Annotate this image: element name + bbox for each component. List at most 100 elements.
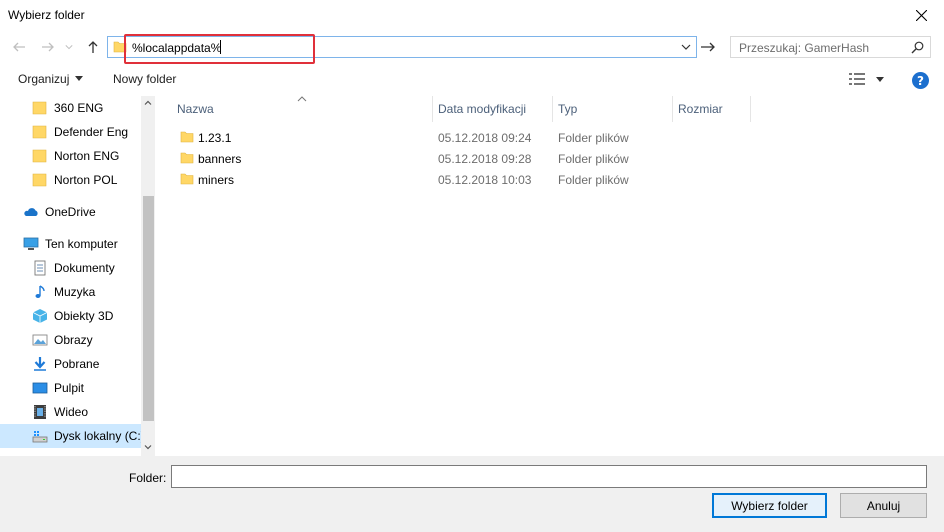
nav-item-label: Ten komputer	[45, 237, 118, 251]
nav-item-desktop[interactable]: Pulpit	[0, 376, 141, 400]
title-bar: Wybierz folder	[0, 0, 944, 30]
organize-label: Organizuj	[18, 72, 70, 86]
file-name: 1.23.1	[198, 131, 232, 145]
scrollbar-thumb[interactable]	[143, 196, 154, 421]
folder-icon	[32, 101, 47, 115]
search-icon	[911, 41, 924, 54]
nav-item-defender-eng[interactable]: Defender Eng	[0, 120, 141, 144]
folder-label: Folder:	[129, 471, 167, 485]
nav-item-norton-pol[interactable]: Norton POL	[0, 168, 141, 192]
file-row[interactable]: 1.23.1 05.12.2018 09:24 Folder plików	[158, 127, 758, 148]
file-type: Folder plików	[558, 131, 629, 145]
address-dropdown-button[interactable]	[679, 40, 693, 54]
column-header-label: Rozmiar	[678, 102, 723, 116]
chevron-up-icon[interactable]	[144, 99, 152, 107]
nav-item-label: Obiekty 3D	[54, 309, 114, 323]
recent-locations-button[interactable]	[64, 39, 74, 55]
folder-icon	[32, 149, 47, 163]
file-name: banners	[198, 152, 242, 166]
file-row[interactable]: banners 05.12.2018 09:28 Folder plików	[158, 148, 758, 169]
arrow-up-icon	[88, 41, 98, 53]
nav-item-360-eng[interactable]: 360 ENG	[0, 96, 141, 120]
nav-scrollbar[interactable]	[141, 96, 155, 456]
close-button[interactable]	[898, 0, 944, 30]
folder-icon	[180, 131, 194, 143]
desktop-icon	[32, 382, 48, 394]
file-date: 05.12.2018 09:28	[438, 152, 532, 166]
file-type: Folder plików	[558, 152, 629, 166]
file-type: Folder plików	[558, 173, 629, 187]
command-bar: Organizuj Nowy folder	[0, 66, 944, 94]
nav-item-label: Norton ENG	[54, 149, 120, 163]
text-cursor	[220, 40, 221, 54]
column-header-date[interactable]: Data modyfikacji	[432, 96, 552, 122]
nav-item-label: Norton POL	[54, 173, 118, 187]
chevron-down-icon	[75, 76, 84, 81]
arrow-left-icon	[13, 42, 25, 52]
column-header-size[interactable]: Rozmiar	[672, 96, 750, 122]
back-button[interactable]	[11, 39, 27, 55]
file-list: Nazwa Data modyfikacji Typ Rozmiar 1.23.…	[158, 96, 944, 456]
nav-item-label: 360 ENG	[54, 101, 104, 115]
nav-item-downloads[interactable]: Pobrane	[0, 352, 141, 376]
cancel-button[interactable]: Anuluj	[840, 493, 927, 518]
folder-icon	[180, 152, 194, 164]
address-row: %localappdata% Przeszukaj: GamerHash	[0, 33, 944, 61]
view-dropdown-button[interactable]	[876, 77, 884, 82]
nav-item-label: Dysk lokalny (C:)	[54, 429, 141, 443]
nav-item-label: Obrazy	[54, 333, 93, 347]
folder-icon	[113, 41, 127, 53]
computer-icon	[23, 237, 39, 250]
column-header-label: Nazwa	[177, 102, 214, 116]
nav-item-label: Defender Eng	[54, 125, 129, 139]
file-date: 05.12.2018 09:24	[438, 131, 532, 145]
nav-item-norton-eng[interactable]: Norton ENG	[0, 144, 141, 168]
arrow-right-icon	[42, 42, 54, 52]
nav-item-label: Dokumenty	[54, 261, 115, 275]
column-header-label: Data modyfikacji	[438, 102, 527, 116]
nav-item-label: Pulpit	[54, 381, 85, 395]
folder-icon	[32, 125, 47, 139]
nav-item-music[interactable]: Muzyka	[0, 280, 141, 304]
folder-icon	[180, 173, 194, 185]
search-box[interactable]: Przeszukaj: GamerHash	[730, 36, 931, 58]
navigation-pane: 360 ENG Defender Eng Norton ENG Norton P…	[0, 96, 141, 456]
file-name: miners	[198, 173, 235, 187]
folder-icon	[32, 173, 47, 187]
help-icon: ?	[917, 73, 924, 88]
nav-item-videos[interactable]: Wideo	[0, 400, 141, 424]
organize-button[interactable]: Organizuj	[18, 72, 84, 86]
view-options-icon[interactable]	[849, 73, 865, 85]
go-arrow-icon[interactable]	[700, 40, 716, 54]
help-button[interactable]: ?	[912, 72, 929, 89]
address-input[interactable]: %localappdata%	[132, 41, 221, 55]
nav-item-label: Muzyka	[54, 285, 96, 299]
nav-item-this-pc[interactable]: Ten komputer	[0, 232, 141, 256]
nav-item-documents[interactable]: Dokumenty	[0, 256, 141, 280]
objects-3d-icon	[32, 309, 48, 323]
chevron-down-icon[interactable]	[144, 443, 152, 451]
nav-item-local-disk-c[interactable]: Dysk lokalny (C:)	[0, 424, 141, 448]
address-bar[interactable]: %localappdata%	[107, 36, 697, 58]
search-input[interactable]: Przeszukaj: GamerHash	[739, 41, 869, 55]
column-divider[interactable]	[750, 96, 751, 122]
select-folder-button[interactable]: Wybierz folder	[712, 493, 827, 518]
nav-item-pictures[interactable]: Obrazy	[0, 328, 141, 352]
chevron-down-icon	[65, 45, 73, 50]
folder-name-input[interactable]	[171, 465, 927, 488]
music-icon	[35, 285, 45, 298]
file-date: 05.12.2018 10:03	[438, 173, 532, 187]
nav-item-label: Pobrane	[54, 357, 100, 371]
nav-item-3d-objects[interactable]: Obiekty 3D	[0, 304, 141, 328]
file-row[interactable]: miners 05.12.2018 10:03 Folder plików	[158, 169, 758, 190]
column-header-type[interactable]: Typ	[552, 96, 672, 122]
forward-button[interactable]	[40, 39, 56, 55]
window-title: Wybierz folder	[8, 8, 85, 22]
nav-item-onedrive[interactable]: OneDrive	[0, 200, 141, 224]
column-header-label: Typ	[558, 102, 578, 116]
chevron-down-icon	[681, 44, 691, 50]
nav-item-label: Wideo	[54, 405, 89, 419]
new-folder-button[interactable]: Nowy folder	[113, 72, 176, 86]
onedrive-icon	[24, 208, 38, 216]
up-button[interactable]	[85, 39, 101, 55]
